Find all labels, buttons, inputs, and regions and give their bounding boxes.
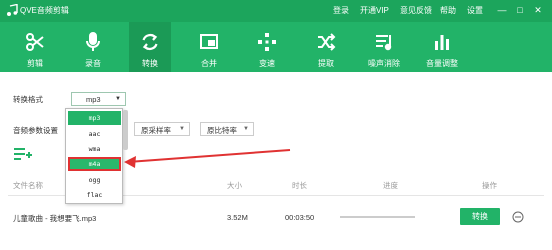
tool-extract[interactable]: 提取 xyxy=(305,22,347,72)
tool-label: 录音 xyxy=(85,59,101,68)
column-header-action: 操作 xyxy=(482,181,497,190)
settings-link[interactable]: 设置 xyxy=(467,5,483,16)
tool-volume[interactable]: 音量调整 xyxy=(421,22,463,72)
file-name: 儿童歌曲 - 我想要飞.mp3 xyxy=(13,214,97,223)
format-option-aac[interactable]: aac xyxy=(68,127,121,141)
sample-rate-value: 原采样率 xyxy=(141,126,171,135)
format-option-mp3[interactable]: mp3 xyxy=(68,111,121,125)
volume-bars-icon xyxy=(435,35,449,50)
tool-label: 噪声消除 xyxy=(368,59,400,68)
format-select-value: mp3 xyxy=(86,95,101,104)
add-file-icon[interactable] xyxy=(14,147,32,161)
sample-rate-select[interactable]: 原采样率 ▼ xyxy=(134,122,190,136)
scissors-icon xyxy=(26,33,44,51)
tool-merge[interactable]: 合并 xyxy=(188,22,230,72)
tool-label: 提取 xyxy=(318,59,334,68)
column-header-name: 文件名称 xyxy=(13,181,43,190)
feedback-link[interactable]: 意见反馈 xyxy=(400,5,432,16)
bitrate-select[interactable]: 原比特率 ▼ xyxy=(200,122,254,136)
merge-icon xyxy=(200,34,218,49)
chevron-down-icon: ▼ xyxy=(179,126,185,132)
convert-button[interactable]: 转换 xyxy=(460,208,500,225)
format-option-ogg[interactable]: ogg xyxy=(68,173,121,187)
tool-cut[interactable]: 剪辑 xyxy=(14,22,56,72)
progress-bar xyxy=(340,216,415,218)
format-option-m4a[interactable]: m4a xyxy=(68,157,121,171)
column-header-duration: 时长 xyxy=(292,181,307,190)
params-label: 音频参数设置 xyxy=(13,126,58,135)
login-link[interactable]: 登录 xyxy=(333,5,349,16)
tool-convert[interactable]: 转换 xyxy=(129,22,171,72)
music-note-icon xyxy=(7,4,18,16)
tool-speed[interactable]: 变速 xyxy=(246,22,288,72)
format-select[interactable]: mp3 ▼ xyxy=(71,92,126,106)
microphone-icon xyxy=(86,32,100,51)
title-bar: QVE音频剪辑 登录 开通VIP 意见反馈 帮助 设置 — □ ✕ xyxy=(0,0,552,22)
help-link[interactable]: 帮助 xyxy=(440,5,456,16)
dropdown-scrollbar[interactable] xyxy=(123,110,128,150)
minimize-button[interactable]: — xyxy=(496,4,508,16)
main-toolbar: 剪辑 录音 转换 合并 变速 提取 噪声消除 音量调整 xyxy=(0,22,552,72)
extract-icon xyxy=(318,33,336,51)
tool-label: 音量调整 xyxy=(426,59,458,68)
app-window: QVE音频剪辑 登录 开通VIP 意见反馈 帮助 设置 — □ ✕ 剪辑 录音 xyxy=(0,0,552,250)
file-size: 3.52M xyxy=(227,213,248,222)
denoise-icon xyxy=(376,35,392,51)
tool-record[interactable]: 录音 xyxy=(72,22,114,72)
maximize-button[interactable]: □ xyxy=(514,4,526,16)
column-header-progress: 进度 xyxy=(383,181,398,190)
tool-label: 转换 xyxy=(142,59,158,68)
tool-label: 剪辑 xyxy=(27,59,43,68)
remove-icon[interactable] xyxy=(512,211,524,223)
format-option-flac[interactable]: flac xyxy=(68,188,121,202)
chevron-down-icon: ▼ xyxy=(243,126,249,132)
column-header-size: 大小 xyxy=(227,181,242,190)
file-duration: 00:03:50 xyxy=(285,213,315,222)
app-title: QVE音频剪辑 xyxy=(20,6,69,15)
bitrate-value: 原比特率 xyxy=(207,126,237,135)
chevron-down-icon: ▼ xyxy=(115,96,121,102)
convert-icon xyxy=(142,34,158,50)
speed-icon xyxy=(258,33,276,51)
close-button[interactable]: ✕ xyxy=(532,4,544,16)
format-option-wma[interactable]: wma xyxy=(68,142,121,156)
format-dropdown-list: mp3 aac wma m4a ogg flac xyxy=(65,108,123,204)
tool-label: 变速 xyxy=(259,59,275,68)
tool-denoise[interactable]: 噪声消除 xyxy=(363,22,405,72)
tool-label: 合并 xyxy=(201,59,217,68)
vip-link[interactable]: 开通VIP xyxy=(360,5,389,16)
format-label: 转换格式 xyxy=(13,95,43,104)
